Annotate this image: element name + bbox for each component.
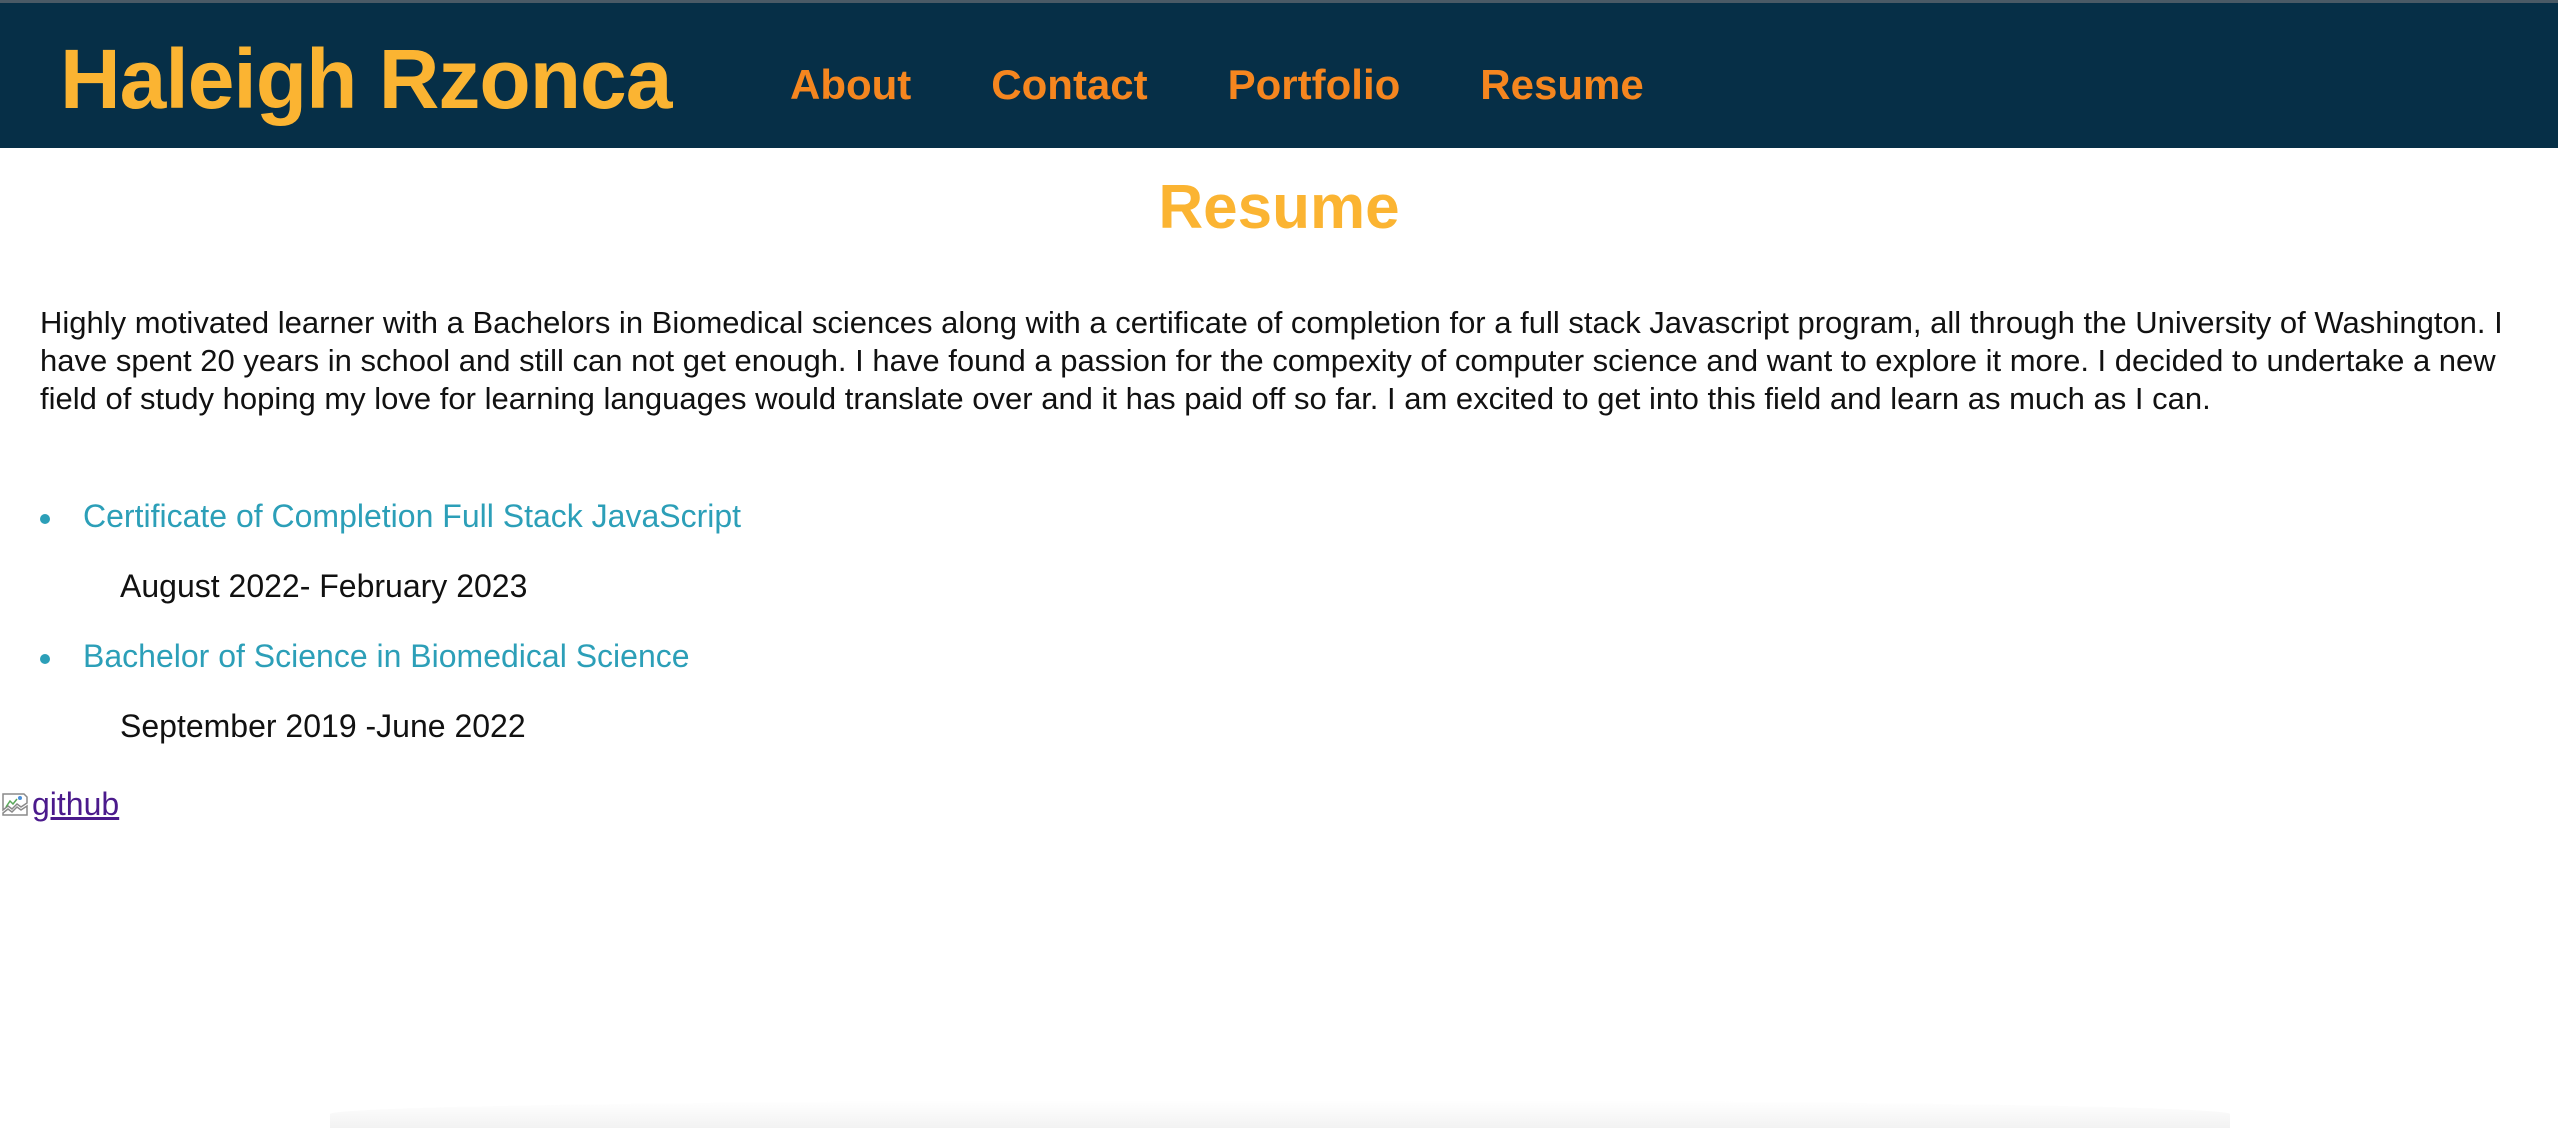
github-link[interactable]: github [0, 782, 119, 826]
github-alt-text: github [32, 786, 120, 822]
degree-list: Certificate of Completion Full Stack Jav… [40, 494, 2440, 774]
site-header: Haleigh Rzonca About Contact Portfolio R… [0, 0, 2558, 148]
broken-image-icon [2, 793, 28, 816]
list-item: Certificate of Completion Full Stack Jav… [40, 494, 2440, 634]
main-nav: About Contact Portfolio Resume [790, 55, 1644, 115]
nav-portfolio-link[interactable]: Portfolio [1228, 55, 1401, 115]
list-item: Bachelor of Science in Biomedical Scienc… [40, 634, 2440, 774]
degree-link-certificate[interactable]: Certificate of Completion Full Stack Jav… [83, 494, 2440, 538]
page-title: Resume [1158, 173, 1400, 242]
nav-resume-link[interactable]: Resume [1480, 55, 1643, 115]
nav-about-link[interactable]: About [790, 55, 911, 115]
resume-intro: Highly motivated learner with a Bachelor… [40, 305, 2503, 416]
footer-shadow [330, 1100, 2230, 1128]
site-brand: Haleigh Rzonca [60, 32, 672, 126]
bullet-icon [40, 514, 50, 524]
degree-link-bachelor[interactable]: Bachelor of Science in Biomedical Scienc… [83, 634, 2440, 678]
bullet-icon [40, 654, 50, 664]
degree-dates: September 2019 -June 2022 [120, 708, 526, 744]
degree-dates: August 2022- February 2023 [120, 568, 528, 604]
nav-contact-link[interactable]: Contact [991, 55, 1147, 115]
